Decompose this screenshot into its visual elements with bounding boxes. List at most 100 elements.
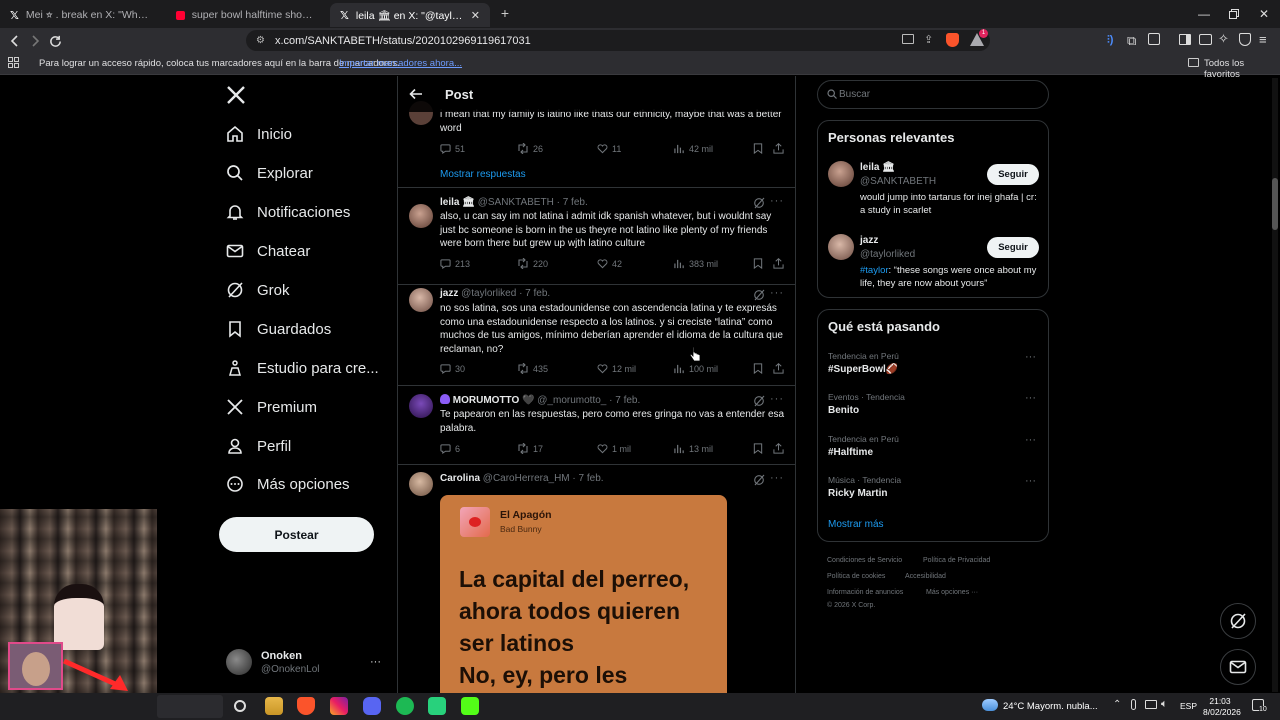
like-button[interactable]: 1 mil bbox=[597, 443, 631, 454]
browser-tab-2[interactable]: super bowl halftime show 2026 - You bbox=[166, 3, 326, 27]
footer-link[interactable]: Política de cookies bbox=[827, 573, 885, 580]
brave-browser-icon[interactable] bbox=[297, 697, 315, 715]
like-button[interactable]: 11 bbox=[597, 143, 621, 154]
person-handle[interactable]: @SANKTABETH bbox=[860, 176, 936, 187]
user-handle[interactable]: @taylorliked bbox=[461, 288, 516, 299]
vpn-shield-icon[interactable] bbox=[1239, 33, 1251, 46]
nav-item-inicio[interactable]: Inicio bbox=[226, 125, 292, 143]
footer-link[interactable]: Accesibilidad bbox=[905, 573, 946, 580]
grok-icon[interactable] bbox=[753, 474, 765, 486]
like-button[interactable]: 12 mil bbox=[597, 363, 636, 374]
x-logo-icon[interactable] bbox=[226, 85, 246, 105]
reply-button[interactable]: 30 bbox=[440, 363, 465, 374]
language-indicator[interactable]: ESP bbox=[1180, 701, 1197, 711]
footer-link[interactable]: Política de Privacidad bbox=[923, 557, 990, 564]
user-name[interactable]: MORUMOTTO 🖤 bbox=[453, 395, 535, 406]
follow-button[interactable]: Seguir bbox=[987, 164, 1039, 185]
nav-item-estudio[interactable]: Estudio para cre... bbox=[226, 359, 379, 377]
weather-text[interactable]: 24°C Mayorm. nubla... bbox=[1003, 701, 1098, 712]
more-options-icon[interactable]: ··· bbox=[1025, 351, 1036, 363]
clock[interactable]: 21:03 8/02/2026 bbox=[1203, 696, 1241, 718]
reload-button[interactable] bbox=[47, 33, 63, 49]
ai-sparkle-icon[interactable]: ✧ bbox=[1218, 31, 1229, 47]
grok-icon[interactable] bbox=[753, 289, 765, 301]
more-options-icon[interactable]: ··· bbox=[770, 195, 784, 207]
back-arrow-icon[interactable] bbox=[409, 87, 423, 101]
wallet-icon[interactable] bbox=[1199, 34, 1212, 45]
user-handle[interactable]: @_morumotto_ bbox=[537, 395, 606, 406]
apps-grid-icon[interactable] bbox=[8, 57, 19, 68]
views-button[interactable]: 13 mil bbox=[674, 443, 713, 454]
messages-float-button[interactable] bbox=[1220, 649, 1256, 685]
avatar[interactable] bbox=[828, 234, 854, 260]
app-icon[interactable] bbox=[428, 697, 446, 715]
more-options-icon[interactable]: ··· bbox=[770, 472, 784, 484]
post-date[interactable]: · 7 feb. bbox=[572, 473, 603, 484]
post-button[interactable]: Postear bbox=[219, 517, 374, 552]
url-bar[interactable]: ⚙ x.com/SANKTABETH/status/20201029691196… bbox=[246, 29, 990, 51]
avatar[interactable] bbox=[409, 204, 433, 228]
repost-button[interactable]: 435 bbox=[517, 363, 548, 374]
grok-icon[interactable] bbox=[753, 197, 765, 209]
more-options-icon[interactable]: ··· bbox=[1025, 475, 1036, 487]
share-button[interactable] bbox=[773, 143, 784, 154]
avatar[interactable] bbox=[409, 288, 433, 312]
share-icon[interactable]: ⇪ bbox=[924, 33, 933, 46]
instagram-icon[interactable] bbox=[330, 697, 348, 715]
nav-item-explorar[interactable]: Explorar bbox=[226, 164, 313, 182]
views-button[interactable]: 383 mil bbox=[674, 258, 718, 269]
extensions-icon[interactable]: ⧉ bbox=[1127, 33, 1136, 49]
share-button[interactable] bbox=[773, 363, 784, 374]
forward-button[interactable] bbox=[27, 33, 43, 49]
leo-ai-icon[interactable]: ⫶) bbox=[1107, 34, 1113, 47]
trend-item[interactable]: Tendencia en Perú #SuperBowl🏈 ··· bbox=[818, 348, 1048, 386]
brave-shields-icon[interactable] bbox=[946, 33, 959, 47]
share-button[interactable] bbox=[773, 443, 784, 454]
close-window-button[interactable]: ✕ bbox=[1248, 0, 1280, 28]
sidebar-icon[interactable] bbox=[1179, 34, 1191, 45]
site-settings-icon[interactable]: ⚙ bbox=[256, 35, 265, 46]
microphone-icon[interactable] bbox=[1131, 699, 1136, 710]
views-button[interactable]: 42 mil bbox=[674, 143, 713, 154]
bookmark-button[interactable] bbox=[753, 143, 763, 154]
page-scrollbar[interactable] bbox=[1272, 78, 1278, 692]
reply-1[interactable]: leila 🏛 @SANKTABETH · 7 feb. ··· also, u… bbox=[398, 188, 795, 285]
person-name[interactable]: jazz bbox=[860, 235, 878, 246]
repost-button[interactable]: 26 bbox=[517, 143, 543, 154]
hashtag-link[interactable]: #taylor bbox=[860, 265, 889, 276]
taskbar-search-box[interactable] bbox=[157, 695, 223, 718]
post-date[interactable]: · 7 feb. bbox=[557, 197, 588, 208]
more-options-icon[interactable]: ··· bbox=[770, 287, 784, 299]
nav-item-premium[interactable]: Premium bbox=[226, 398, 317, 416]
minimize-button[interactable]: — bbox=[1188, 0, 1220, 28]
reply-button[interactable]: 51 bbox=[440, 143, 465, 154]
share-button[interactable] bbox=[773, 258, 784, 269]
person-handle[interactable]: @taylorliked bbox=[860, 249, 915, 260]
all-favorites-link[interactable]: Todos los favoritos bbox=[1204, 58, 1280, 80]
show-replies-link[interactable]: Mostrar respuestas bbox=[440, 169, 526, 180]
search-input[interactable]: Buscar bbox=[817, 80, 1049, 109]
nav-item-perfil[interactable]: Perfil bbox=[226, 437, 291, 455]
grok-icon[interactable] bbox=[753, 395, 765, 407]
more-options-icon[interactable]: ··· bbox=[1025, 434, 1036, 446]
reply-2[interactable]: jazz @taylorliked · 7 feb. ··· no sos la… bbox=[398, 285, 795, 386]
restore-button[interactable] bbox=[1218, 0, 1250, 28]
footer-link[interactable]: Información de anuncios bbox=[827, 589, 903, 596]
reply-button[interactable]: 213 bbox=[440, 258, 470, 269]
spotify-icon[interactable] bbox=[396, 697, 414, 715]
trend-item[interactable]: Eventos · Tendencia Benito ··· bbox=[818, 389, 1048, 427]
file-explorer-icon[interactable] bbox=[265, 697, 283, 715]
browser-tab-1[interactable]: 𝕏 Mei ⭐︎ . break en X: "What is the equi bbox=[0, 3, 162, 27]
person-name[interactable]: leila 🏛 bbox=[860, 162, 895, 173]
more-options-icon[interactable]: ··· bbox=[770, 393, 784, 405]
post-date[interactable]: · 7 feb. bbox=[519, 288, 550, 299]
avatar[interactable] bbox=[409, 394, 433, 418]
scrollbar-thumb[interactable] bbox=[1272, 178, 1278, 230]
trend-item[interactable]: Tendencia en Perú #Halftime ··· bbox=[818, 431, 1048, 469]
nav-item-chatear[interactable]: Chatear bbox=[226, 242, 310, 260]
reply-button[interactable]: 6 bbox=[440, 443, 460, 454]
tab-manager-icon[interactable] bbox=[1148, 33, 1160, 45]
nav-item-mas-opciones[interactable]: Más opciones bbox=[226, 475, 350, 493]
grok-float-button[interactable] bbox=[1220, 603, 1256, 639]
avatar[interactable] bbox=[409, 472, 433, 496]
